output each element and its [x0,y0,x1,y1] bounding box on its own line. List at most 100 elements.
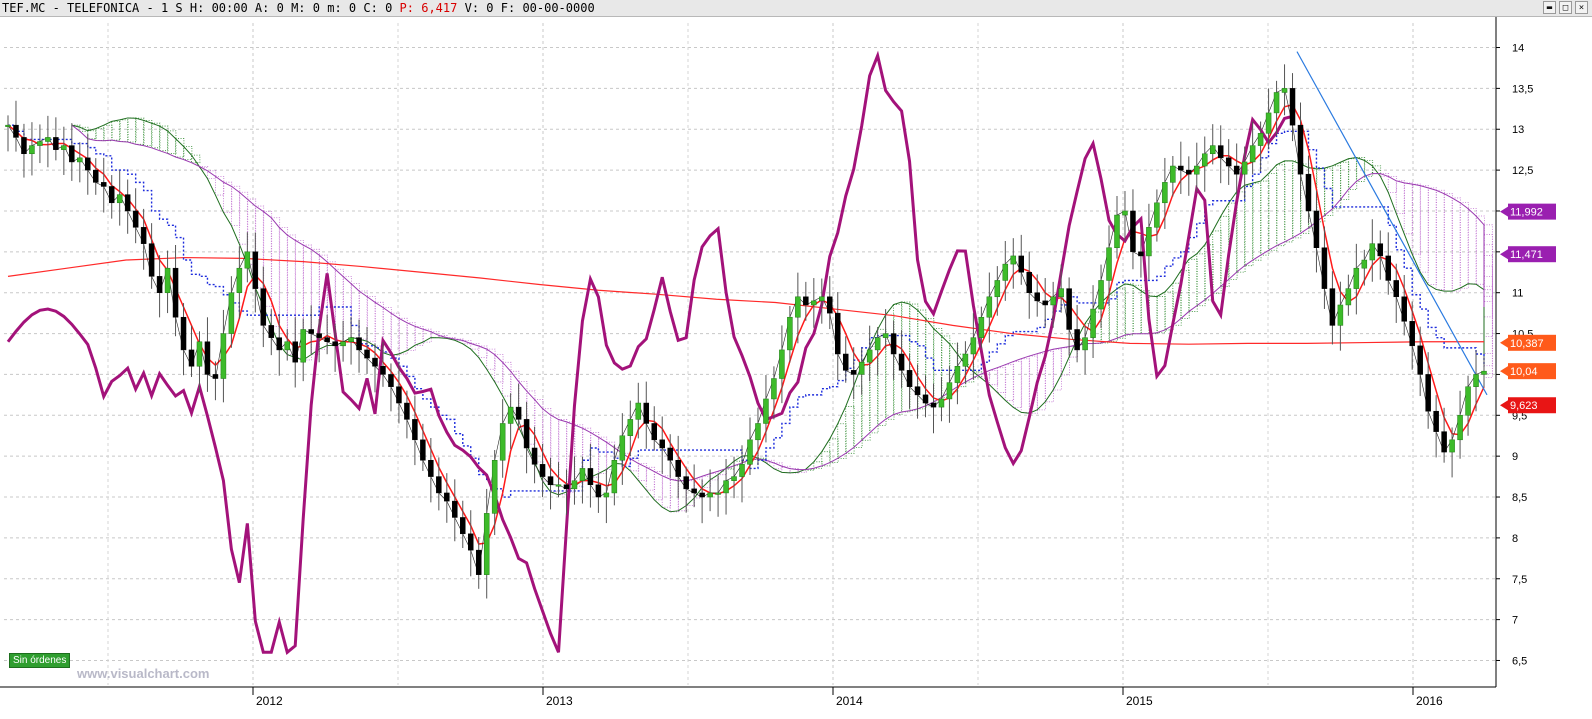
cloud-bullish [1332,165,1342,210]
candle-down [1130,210,1136,253]
candle-down [531,447,538,465]
date-value: 00-00-0000 [522,1,595,15]
cloud-bearish [1403,182,1413,235]
cloud-bearish [1483,234,1493,303]
y-tick-label: 8 [1512,533,1518,545]
candle-down [452,500,458,518]
candle-down [651,423,657,441]
price-flag-label: 11,992 [1510,207,1543,219]
cloud-bearish [1411,183,1421,255]
candle-down [372,357,378,367]
candle-down [683,476,689,490]
candle-up [284,341,290,351]
cloud-bullish [95,128,105,141]
maximize-button[interactable]: □ [1559,1,1572,14]
candle-down [1401,296,1407,322]
candle-down [69,145,75,163]
cloud-bearish [598,436,608,474]
y-tick-label: 12,5 [1512,165,1533,177]
candle-up [1154,202,1160,228]
candle-down [914,386,921,396]
date-label: F: [500,1,523,15]
candle-down [1321,247,1328,289]
candle-up [1241,161,1248,175]
cloud-bearish [1443,193,1453,292]
cloud-bullish [151,122,161,149]
candle-up [1345,288,1352,306]
candle-up [771,378,777,400]
cloud-bullish [159,125,169,152]
cloud-bullish [119,119,129,142]
candle-up [571,480,578,490]
candle-down [1074,329,1080,351]
price-axis: 6,577,588,599,51010,51111,51212,51313,51… [1495,17,1533,687]
candle-up [627,419,634,436]
price-value: 6,417 [421,1,458,15]
candle-up [866,349,873,363]
chart-grid [4,23,1496,685]
candle-down [850,370,857,375]
price-flags: 11,992 11,471 10,387 10,04 9,623 [1500,203,1556,414]
candle-down [428,459,434,477]
cloud-bullish [933,328,943,403]
price-chart[interactable]: 6,577,588,599,51010,51111,51212,51313,51… [0,17,1592,719]
candle-up [1273,92,1280,114]
candle-down [1042,300,1048,306]
candle-down [260,288,267,326]
cloud-bearish [342,276,352,343]
candle-down [1409,321,1415,347]
candle-up [1170,165,1176,183]
cloud-bearish [1475,215,1485,285]
cloud-bullish [1284,160,1294,243]
cloud-bullish [1276,164,1286,247]
price-flag-pointer [1500,337,1508,348]
volume-label: V: [464,1,487,15]
candle-down [252,251,259,289]
y-tick-label: 11 [1512,288,1523,300]
candle-down [332,341,338,347]
candle-down [1305,173,1312,212]
candle-down [268,325,275,338]
cloud-segments [71,117,1493,513]
cloud-bearish [1467,208,1477,285]
cloud-bearish [366,296,376,342]
candle-up [723,480,729,494]
candle-down [1034,292,1040,302]
cloud-bearish [286,234,297,356]
candle-down [324,337,330,342]
candle-up [196,341,203,367]
y-tick-label: 8,5 [1512,492,1527,504]
cloud-bearish [1483,285,1493,374]
candle-up [611,459,618,494]
header-fields: H: 00:00 A: 0 M: 0 m: 0 C: 0 [190,1,400,15]
candle-down [204,341,211,375]
cloud-bearish [398,317,408,355]
candle-up [1465,386,1471,416]
candle-up [1090,308,1096,338]
cloud-bullish [111,121,121,141]
candle-down [460,517,466,535]
candle-up [819,296,825,302]
candle-down [388,374,394,387]
orders-status-badge[interactable]: Sin órdenes [9,653,71,668]
candle-up [1010,255,1017,265]
candle-down [85,157,91,171]
candle-up [1353,267,1360,289]
candle-down [132,210,139,228]
candle-down [380,366,386,375]
candle-down [675,459,681,477]
cloud-bearish [988,370,999,386]
candle-up [779,349,785,379]
candle-up [5,124,11,127]
candle-down [475,549,482,575]
candle-down [539,464,546,477]
price-flag-pointer [1500,400,1508,411]
minimize-button[interactable]: ▬ [1543,1,1556,14]
candle-up [938,398,945,408]
cloud-bearish [238,191,249,245]
y-tick-label: 7,5 [1512,574,1527,586]
field-label: M: [291,1,313,15]
candle-up [1082,337,1088,351]
candle-up [116,194,123,204]
close-button[interactable]: × [1575,1,1588,14]
